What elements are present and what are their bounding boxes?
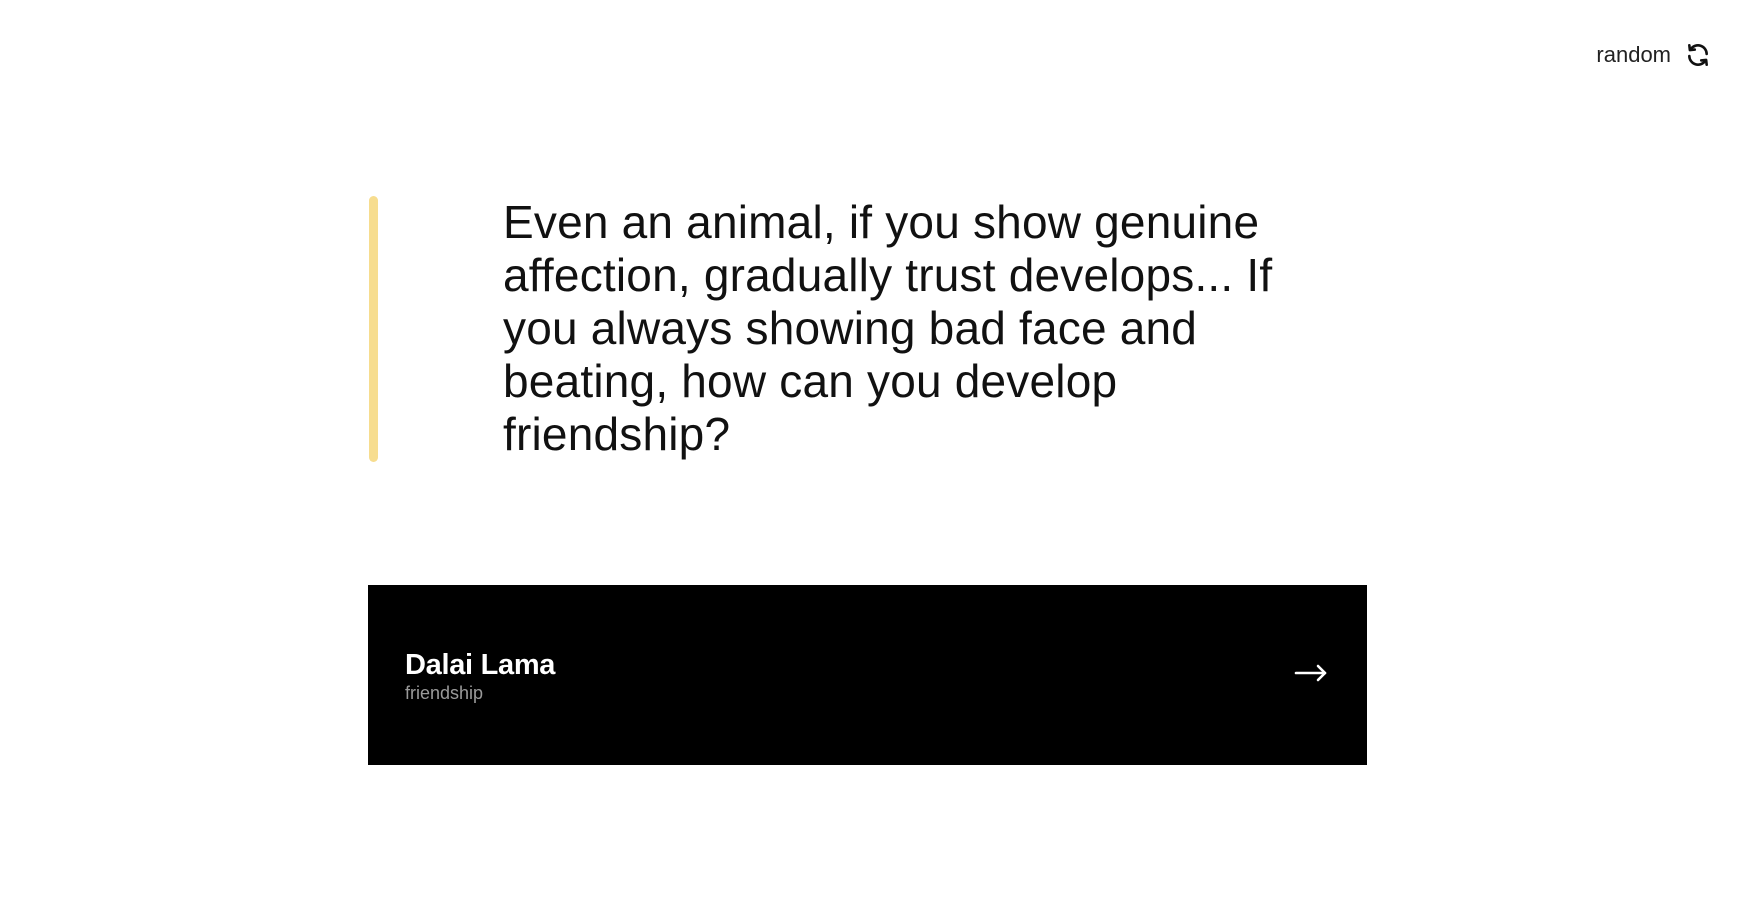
random-label: random: [1596, 42, 1671, 67]
arrow-right-icon[interactable]: [1293, 655, 1329, 691]
random-button[interactable]: random: [1596, 42, 1711, 68]
quote-text: Even an animal, if you show genuine affe…: [503, 196, 1273, 460]
author-card[interactable]: Dalai Lama friendship: [368, 585, 1367, 765]
author-name: Dalai Lama: [405, 649, 556, 681]
author-tag: friendship: [405, 683, 484, 703]
quote-block: Even an animal, if you show genuine affe…: [369, 196, 1369, 462]
refresh-icon[interactable]: [1685, 42, 1711, 68]
quote-accent-bar: [369, 196, 378, 462]
